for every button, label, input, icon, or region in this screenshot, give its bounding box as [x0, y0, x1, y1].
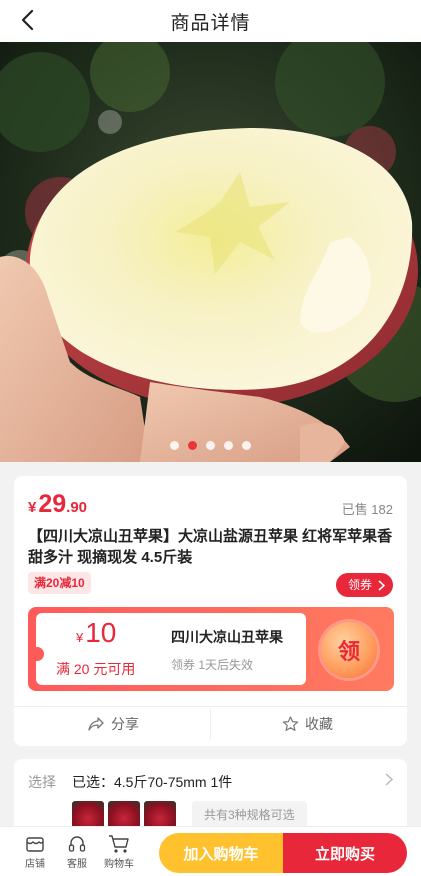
- carousel-dot[interactable]: [170, 441, 179, 450]
- product-photo: [0, 42, 421, 462]
- spec-more-options[interactable]: 共有3种规格可选: [192, 801, 307, 829]
- bottom-action-bar: 店铺 客服 购物车 加入购物车 立即购买: [0, 826, 421, 876]
- get-coupon-button[interactable]: 领券: [335, 573, 393, 597]
- chevron-right-icon: [378, 579, 385, 591]
- favorite-button[interactable]: 收藏: [282, 708, 333, 740]
- action-separator: [210, 708, 211, 740]
- product-info-card: ¥ 29 .90 已售 182 【四川大凉山丑苹果】大凉山盐源丑苹果 红将军苹果…: [14, 476, 407, 746]
- coupon-validity: 领券 1天后失效: [171, 658, 254, 672]
- carousel-dot-active[interactable]: [188, 441, 197, 450]
- carousel-dot[interactable]: [224, 441, 233, 450]
- product-image-carousel[interactable]: [0, 42, 421, 462]
- cart-label: 购物车: [104, 859, 134, 870]
- spec-selected: 已选：4.5斤70-75mm 1件: [72, 774, 233, 790]
- coupon-value: 10: [85, 617, 117, 648]
- price-decimal: .90: [66, 499, 88, 516]
- coupon-currency: ¥: [76, 630, 84, 645]
- carousel-dot[interactable]: [206, 441, 215, 450]
- share-icon: [88, 717, 104, 731]
- coupon-banner[interactable]: ¥ 10 满 20 元可用 四川大凉山丑苹果 领券 1天后失效 领: [28, 607, 394, 691]
- buy-now-button[interactable]: 立即购买: [283, 833, 407, 873]
- claim-coupon-button[interactable]: 领: [321, 622, 377, 678]
- carousel-indicator: [0, 441, 421, 450]
- coupon-body: ¥ 10 满 20 元可用 四川大凉山丑苹果 领券 1天后失效: [30, 613, 306, 685]
- favorite-label: 收藏: [305, 716, 333, 732]
- page-title: 商品详情: [170, 12, 251, 34]
- share-button[interactable]: 分享: [88, 708, 139, 740]
- claim-coupon-label: 领: [337, 639, 360, 664]
- add-to-cart-button[interactable]: 加入购物车: [159, 833, 283, 873]
- cart-icon: [109, 835, 129, 853]
- customer-service-button[interactable]: 客服: [58, 834, 96, 870]
- store-label: 店铺: [25, 859, 45, 870]
- coupon-notch: [30, 647, 44, 661]
- coupon-condition: 满 20 元可用: [56, 661, 136, 677]
- get-coupon-label: 领券: [347, 578, 372, 592]
- cart-button[interactable]: 购物车: [100, 834, 138, 870]
- back-button[interactable]: [12, 5, 42, 35]
- back-arrow-icon: [21, 9, 34, 31]
- coupon-amount: ¥ 10: [76, 617, 116, 649]
- divider: [14, 706, 407, 707]
- price-currency: ¥: [28, 499, 37, 516]
- price-integer: 29: [38, 490, 67, 518]
- carousel-dot[interactable]: [242, 441, 251, 450]
- store-icon: [26, 837, 44, 852]
- sold-count: 已售 182: [341, 502, 393, 517]
- product-price: ¥ 29 .90: [28, 490, 87, 519]
- promo-tag: 满20减10: [28, 572, 91, 594]
- product-title: 【四川大凉山丑苹果】大凉山盐源丑苹果 红将军苹果香甜多汁 现摘现发 4.5斤装: [28, 528, 393, 566]
- star-icon: [282, 716, 299, 731]
- spec-label: 选择: [28, 774, 56, 790]
- share-label: 分享: [111, 716, 139, 732]
- coupon-name: 四川大凉山丑苹果: [171, 629, 283, 645]
- top-nav-bar: 商品详情: [0, 0, 421, 42]
- store-button[interactable]: 店铺: [16, 834, 54, 870]
- headset-icon: [68, 836, 86, 852]
- chevron-right-icon: [385, 773, 393, 786]
- customer-service-label: 客服: [67, 859, 87, 870]
